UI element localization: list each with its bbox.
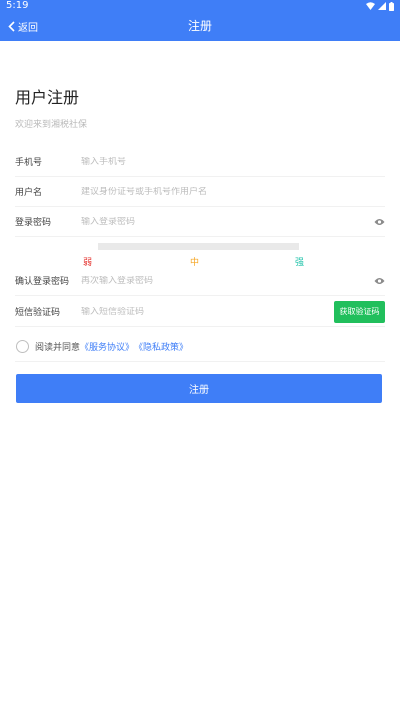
username-input[interactable] [81, 186, 385, 197]
password-strength-bar [98, 243, 299, 250]
username-label: 用户名 [15, 188, 43, 198]
eye-icon [374, 218, 384, 225]
get-sms-code-button[interactable]: 获取验证码 [334, 300, 385, 323]
wifi-icon [366, 2, 375, 10]
password-visibility-toggle[interactable] [373, 216, 385, 228]
agreement-checkbox[interactable] [16, 339, 29, 353]
phone-label: 手机号 [15, 158, 43, 168]
signal-icon [378, 2, 386, 10]
confirm-password-row: 确认登录密码 [15, 266, 385, 296]
confirm-password-visibility-toggle[interactable] [373, 275, 385, 287]
status-bar: 5:19 [0, 0, 400, 12]
page-title: 用户注册 [15, 88, 80, 107]
password-input[interactable] [81, 216, 373, 227]
password-row: 登录密码 [15, 207, 385, 237]
phone-input[interactable] [81, 156, 385, 167]
battery-icon [389, 1, 394, 11]
username-row: 用户名 [15, 177, 385, 207]
agreement-row: 阅读并同意 《服务协议》 《隐私政策》 [16, 338, 188, 354]
confirm-password-input[interactable] [81, 275, 373, 286]
agreement-prefix: 阅读并同意 [35, 342, 81, 353]
status-icons [366, 1, 394, 11]
status-time: 5:19 [6, 0, 29, 11]
privacy-policy-link[interactable]: 《隐私政策》 [134, 340, 188, 353]
sms-code-row: 短信验证码 获取验证码 [15, 297, 385, 327]
nav-title: 注册 [187, 19, 212, 33]
register-button[interactable]: 注册 [16, 374, 382, 403]
sms-code-input[interactable] [81, 306, 334, 317]
sms-code-label: 短信验证码 [15, 308, 61, 318]
divider [15, 361, 385, 362]
service-agreement-link[interactable]: 《服务协议》 [80, 340, 134, 353]
phone-row: 手机号 [15, 147, 385, 177]
page-subtitle: 欢迎来到湘税社保 [15, 120, 88, 130]
nav-bar: 返回 注册 [0, 12, 400, 41]
confirm-password-label: 确认登录密码 [15, 277, 70, 287]
eye-icon [374, 277, 384, 284]
password-label: 登录密码 [15, 218, 52, 228]
